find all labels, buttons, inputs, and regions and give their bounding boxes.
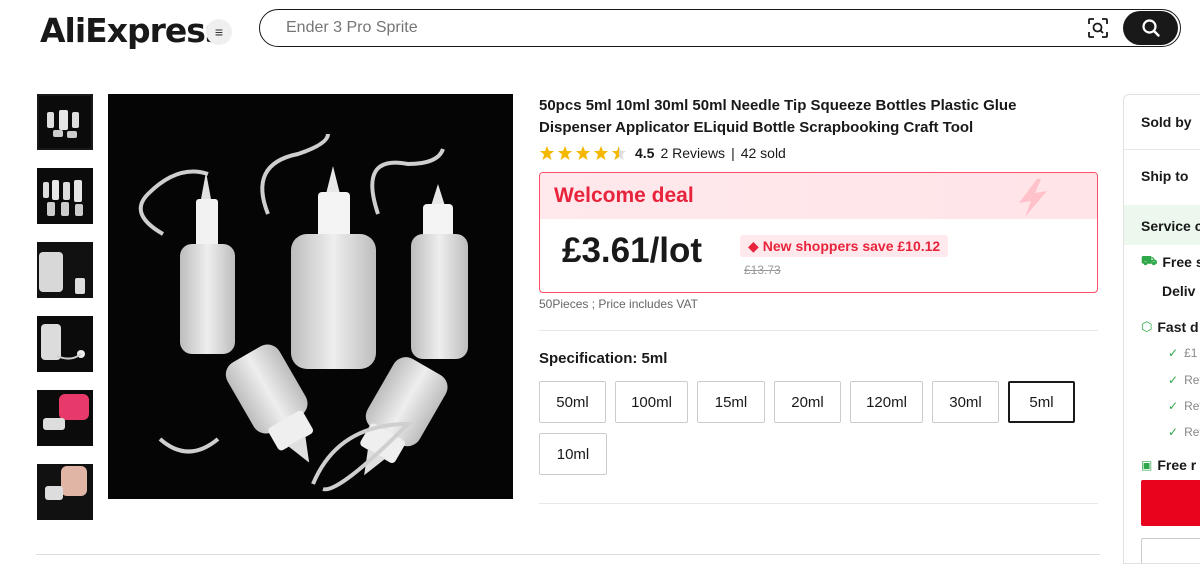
service-commitment-label: Service c [1141, 218, 1200, 234]
thumbnail-1[interactable] [37, 94, 93, 150]
fast-item-2: ✓Ref [1168, 373, 1200, 387]
spec-option-50ml[interactable]: 50ml [539, 381, 606, 423]
add-to-cart-button[interactable] [1141, 538, 1200, 563]
star-icon [576, 146, 590, 160]
tag-icon: ◆ [748, 237, 759, 254]
ship-to-label[interactable]: Ship to [1141, 168, 1188, 184]
product-title: 50pcs 5ml 10ml 30ml 50ml Needle Tip Sque… [539, 97, 1017, 136]
star-half-icon [612, 146, 626, 160]
price: £3.61/lot [562, 231, 703, 270]
fast-delivery-label: Fast d [1157, 319, 1199, 335]
thumbnail-2[interactable] [37, 168, 93, 224]
deal-header: Welcome deal [540, 173, 1097, 219]
spec-option-15ml[interactable]: 15ml [697, 381, 765, 423]
spec-option-20ml[interactable]: 20ml [774, 381, 841, 423]
welcome-deal-box: Welcome deal £3.61/lot ◆ New shoppers sa… [539, 172, 1098, 293]
original-price: £13.73 [744, 263, 781, 277]
buy-now-button[interactable] [1141, 480, 1200, 526]
divider [539, 330, 1098, 331]
rating-value: 4.5 [635, 145, 655, 161]
rating-row: 4.5 2 Reviews | 42 sold [539, 143, 786, 163]
star-icon [558, 146, 572, 160]
thumbnail-3[interactable] [37, 242, 93, 298]
divider [36, 554, 1100, 555]
star-icon [594, 146, 608, 160]
main-product-image[interactable] [108, 94, 513, 499]
aliexpress-logo[interactable]: AliExpress [40, 11, 225, 50]
purchase-sidebar: Sold by Ship to Service c ⛟ Free s Deliv… [1123, 94, 1200, 564]
free-returns-row: ▣ Free r [1141, 457, 1196, 473]
spec-option-120ml[interactable]: 120ml [850, 381, 923, 423]
thumbnail-list [37, 94, 95, 538]
spec-option-100ml[interactable]: 100ml [615, 381, 688, 423]
sold-by-label: Sold by [1141, 114, 1192, 130]
specification-label: Specification: 5ml [539, 350, 668, 367]
thumbnail-6[interactable] [37, 464, 93, 520]
sold-count: 42 sold [740, 145, 786, 161]
truck-icon: ⛟ [1141, 253, 1158, 268]
header: AliExpress ≡ [0, 0, 1200, 58]
menu-icon[interactable]: ≡ [206, 19, 232, 45]
thumbnail-5[interactable] [37, 390, 93, 446]
shield-icon: ⬡ [1141, 319, 1153, 334]
divider [1124, 149, 1200, 150]
search-bar [259, 9, 1181, 47]
thumbnail-4[interactable] [37, 316, 93, 372]
search-input[interactable] [286, 19, 1046, 37]
spec-option-10ml[interactable]: 10ml [539, 433, 607, 475]
star-icon [540, 146, 554, 160]
free-shipping-row: ⛟ Free s [1141, 253, 1200, 271]
delivery-label: Deliv [1162, 283, 1196, 299]
lightning-icon [1019, 179, 1047, 217]
rating-stars [539, 145, 627, 161]
search-button[interactable] [1123, 11, 1178, 45]
divider [539, 503, 1098, 504]
reviews-link[interactable]: 2 Reviews [660, 145, 725, 161]
search-icon [1141, 19, 1160, 37]
save-text: New shoppers save £10.12 [762, 238, 941, 254]
free-returns-label: Free r [1157, 457, 1197, 473]
separator: | [731, 145, 735, 161]
fast-item-3: ✓Ref [1168, 399, 1200, 413]
specification-options: 50ml 100ml 15ml 20ml 120ml 30ml 5ml 10ml [539, 381, 1099, 475]
fast-item-4: ✓Ref [1168, 425, 1200, 439]
fast-item-1: ✓ £1 [1168, 346, 1198, 360]
return-icon: ▣ [1141, 458, 1153, 472]
spec-option-5ml[interactable]: 5ml [1008, 381, 1075, 423]
deal-title: Welcome deal [554, 184, 694, 207]
vat-note: 50Pieces ; Price includes VAT [539, 297, 698, 311]
spec-option-30ml[interactable]: 30ml [932, 381, 999, 423]
free-shipping-label: Free s [1162, 254, 1200, 270]
new-shopper-save-badge: ◆ New shoppers save £10.12 [740, 235, 949, 257]
fast-delivery-row: ⬡ Fast d [1141, 319, 1199, 335]
image-search-icon[interactable] [1087, 17, 1109, 39]
